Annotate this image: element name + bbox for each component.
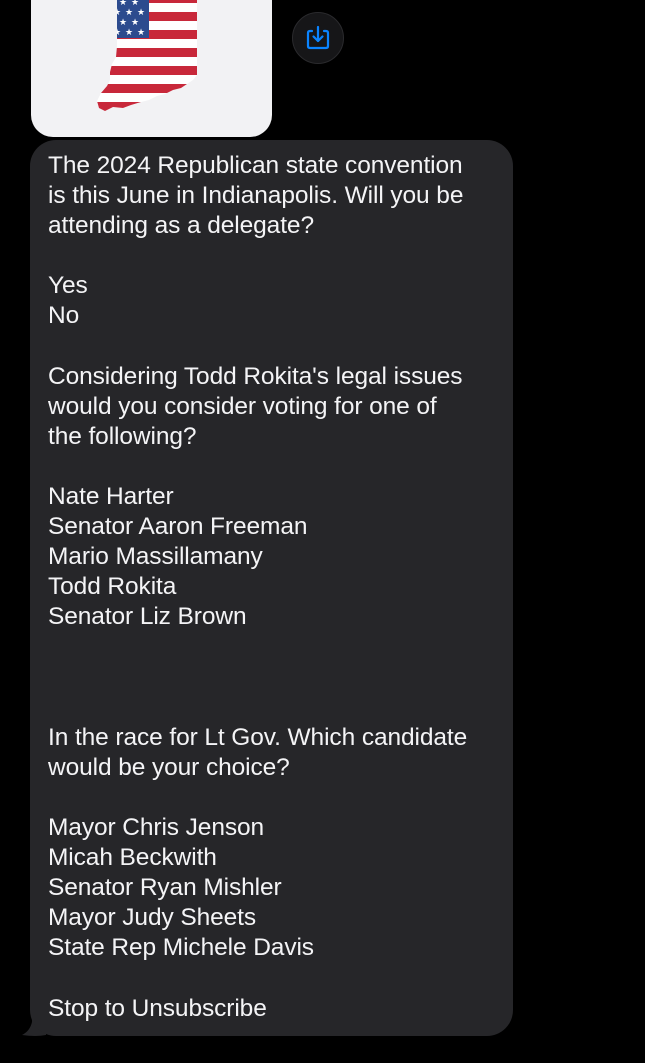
message-line: Nate Harter <box>48 483 174 511</box>
svg-text:★: ★ <box>125 28 133 38</box>
svg-text:★: ★ <box>131 18 139 28</box>
message-line: Considering Todd Rokita's legal issues <box>48 362 463 390</box>
indiana-flag-map-image: ★★ ★★★ ★★ ★★★ ★★ ★★★ <box>97 0 197 111</box>
message-line: Mayor Judy Sheets <box>48 904 257 932</box>
svg-text:★: ★ <box>119 18 127 28</box>
svg-text:★: ★ <box>113 8 121 18</box>
message-text: The 2024 Republican state convention is … <box>48 151 495 1024</box>
message-line: would be your choice? <box>48 753 290 781</box>
message-line: would you consider voting for one of <box>48 392 437 420</box>
message-line: Senator Liz Brown <box>48 603 247 631</box>
svg-text:★: ★ <box>119 0 127 8</box>
svg-text:★: ★ <box>137 28 145 38</box>
svg-text:★: ★ <box>125 8 133 18</box>
message-line: Yes <box>48 272 88 300</box>
message-line: The 2024 Republican state convention <box>48 152 463 179</box>
incoming-message-bubble[interactable]: The 2024 Republican state convention is … <box>30 140 513 1036</box>
svg-text:★: ★ <box>113 28 121 38</box>
message-line: In the race for Lt Gov. Which candidate <box>48 723 468 751</box>
message-line: Stop to Unsubscribe <box>48 994 267 1022</box>
message-line: Todd Rokita <box>48 573 177 601</box>
message-line: is this June in Indianapolis. Will you b… <box>48 182 464 210</box>
message-line: attending as a delegate? <box>48 212 314 240</box>
save-to-photos-button[interactable] <box>292 12 344 64</box>
message-line: State Rep Michele Davis <box>48 934 314 962</box>
message-line: Senator Aaron Freeman <box>48 513 308 541</box>
svg-text:★: ★ <box>131 0 139 8</box>
svg-text:★: ★ <box>137 8 145 18</box>
message-line: Mayor Chris Jenson <box>48 814 265 842</box>
message-line: Senator Ryan Mishler <box>48 874 282 902</box>
message-line: Mario Massillamany <box>48 543 263 571</box>
image-attachment[interactable]: ★★ ★★★ ★★ ★★★ ★★ ★★★ <box>31 0 272 137</box>
square-arrow-down-icon <box>306 25 330 50</box>
message-line: Micah Beckwith <box>48 844 217 872</box>
message-line: the following? <box>48 422 197 450</box>
message-line: No <box>48 302 80 330</box>
